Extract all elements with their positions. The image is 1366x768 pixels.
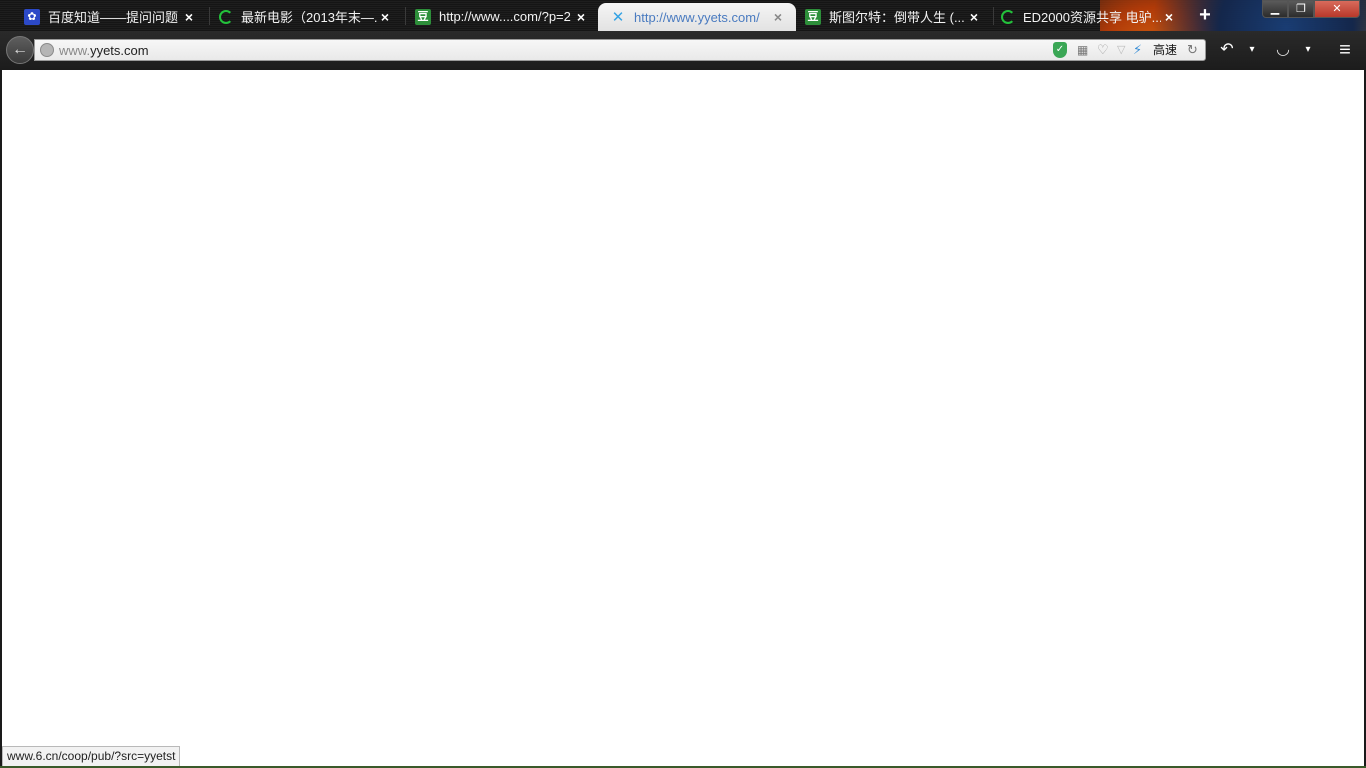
globe-icon bbox=[40, 43, 54, 57]
close-tab-icon[interactable]: × bbox=[181, 9, 197, 25]
dropdown-icon[interactable]: ▽ bbox=[1117, 42, 1125, 58]
menu-icon[interactable]: ≡ bbox=[1332, 39, 1358, 61]
yyets-icon: ✕ bbox=[611, 9, 625, 26]
tab-yyets-active[interactable]: ✕ http://www.yyets.com/ × bbox=[598, 3, 796, 31]
loading-icon bbox=[219, 9, 233, 24]
pocket-button[interactable]: ◡ bbox=[1272, 39, 1294, 61]
status-bar: www.6.cn/coop/pub/?src=yyetst bbox=[2, 746, 181, 767]
url-prefix: www. bbox=[59, 43, 91, 58]
loading-icon bbox=[1001, 9, 1015, 24]
tab-ed2000[interactable]: ED2000资源共享 电驴... × bbox=[979, 3, 1187, 30]
chevron-down-icon[interactable]: ▾ bbox=[1300, 39, 1316, 61]
url-domain: yyets.com bbox=[90, 43, 149, 58]
speed-mode-icon[interactable]: ⚡ bbox=[1133, 42, 1142, 58]
close-tab-icon[interactable]: × bbox=[573, 9, 589, 25]
tab-latest-movies[interactable]: 最新电影（2013年末—... × bbox=[197, 3, 403, 30]
chevron-down-icon[interactable]: ▾ bbox=[1244, 39, 1260, 61]
tab-title: 斯图尔特：倒带人生 (... bbox=[829, 10, 965, 25]
shield-icon[interactable]: ✓ bbox=[1053, 42, 1067, 58]
qr-code-icon[interactable]: ▦ bbox=[1077, 42, 1091, 58]
tab-url-p2[interactable]: 豆 http://www....com/?p=2 × bbox=[393, 3, 599, 30]
back-button[interactable]: ← bbox=[6, 36, 34, 64]
undo-close-tab-button[interactable]: ↶ bbox=[1216, 39, 1238, 61]
tab-title: 百度知道——提问问题 bbox=[48, 10, 179, 25]
close-window-button[interactable]: ✕ bbox=[1314, 0, 1360, 18]
navigation-bar: ← www.yyets.com ✓ ▦ ♡ ▽ ⚡ 高速 ↻ ↶ ▾ ◡ ▾ ≡ bbox=[0, 31, 1366, 70]
tab-title: http://www.yyets.com/ bbox=[634, 9, 760, 25]
tab-stuart-rewind[interactable]: 豆 斯图尔特：倒带人生 (... × bbox=[783, 3, 992, 30]
tab-baidu-zhidao[interactable]: ✿ 百度知道——提问问题 × bbox=[2, 3, 207, 30]
paw-icon: ✿ bbox=[24, 8, 40, 25]
tab-title: http://www....com/?p=2 bbox=[439, 9, 571, 24]
douban-icon: 豆 bbox=[805, 8, 821, 25]
close-tab-icon[interactable]: × bbox=[1161, 9, 1177, 25]
reload-icon[interactable]: ↻ bbox=[1187, 42, 1198, 58]
page-content[interactable] bbox=[2, 70, 1364, 767]
speed-mode-label[interactable]: 高速 bbox=[1153, 42, 1177, 58]
url-text[interactable]: www.yyets.com bbox=[59, 43, 149, 58]
douban-icon: 豆 bbox=[415, 8, 431, 25]
maximize-button[interactable]: ❐ bbox=[1288, 0, 1314, 18]
new-tab-button[interactable]: + bbox=[1196, 5, 1214, 25]
tab-title: 最新电影（2013年末—... bbox=[241, 10, 377, 25]
tab-title: ED2000资源共享 电驴... bbox=[1023, 10, 1161, 25]
close-tab-icon[interactable]: × bbox=[377, 9, 393, 25]
address-bar[interactable]: www.yyets.com ✓ ▦ ♡ ▽ ⚡ 高速 ↻ bbox=[34, 39, 1206, 61]
minimize-button[interactable]: ▁ bbox=[1262, 0, 1288, 18]
pocket-icon[interactable]: ♡ bbox=[1097, 42, 1111, 58]
